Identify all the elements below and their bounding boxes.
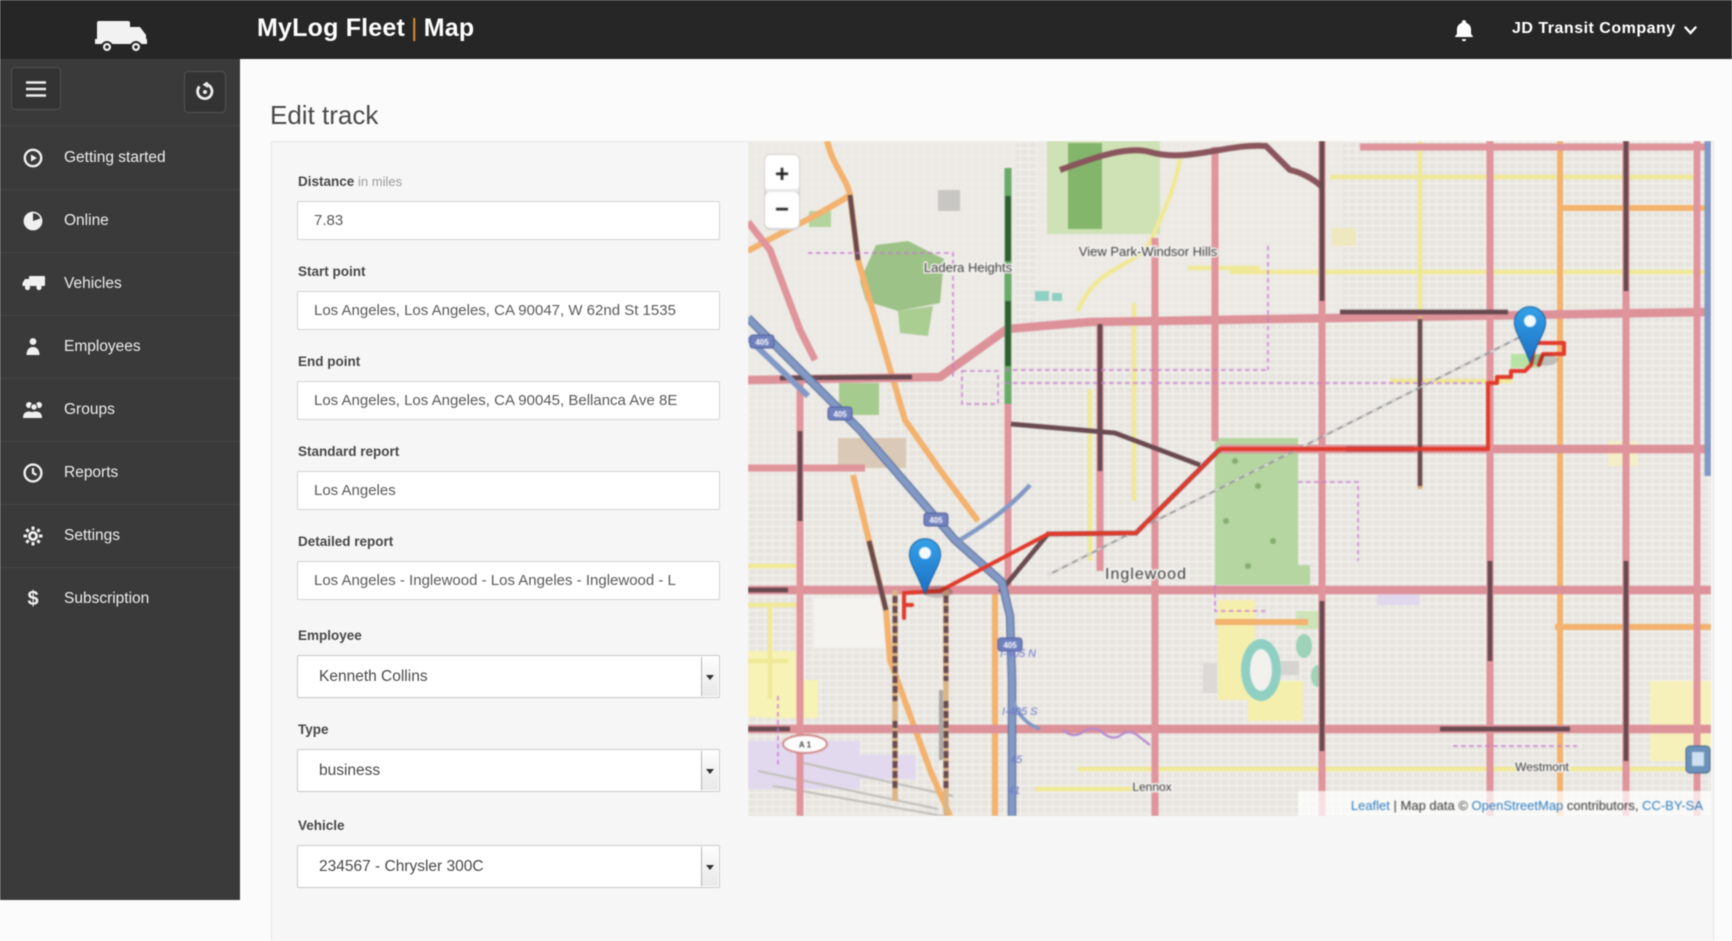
- svg-text:Ladera Heights: Ladera Heights: [924, 260, 1013, 275]
- svg-text:Westmont: Westmont: [1515, 760, 1569, 774]
- svg-text:Leaflet | Map data © OpenStree: Leaflet | Map data © OpenStreetMap contr…: [1351, 798, 1703, 813]
- svg-text:+: +: [775, 161, 789, 188]
- svg-text:45: 45: [1010, 754, 1023, 766]
- svg-text:A 1: A 1: [799, 741, 812, 750]
- svg-text:405: 405: [755, 338, 769, 347]
- svg-text:405: 405: [929, 516, 943, 525]
- svg-text:$: $: [27, 588, 38, 610]
- svg-text:I-405 N: I-405 N: [1000, 648, 1036, 660]
- svg-text:View Park-Windsor Hills: View Park-Windsor Hills: [1079, 244, 1218, 259]
- svg-text:Inglewood: Inglewood: [1105, 566, 1187, 583]
- svg-text:−: −: [775, 196, 789, 223]
- svg-text:405: 405: [833, 410, 847, 419]
- svg-text:I-405 S: I-405 S: [1002, 706, 1038, 718]
- svg-text:Lennox: Lennox: [1132, 780, 1171, 794]
- svg-text:41: 41: [1008, 785, 1020, 797]
